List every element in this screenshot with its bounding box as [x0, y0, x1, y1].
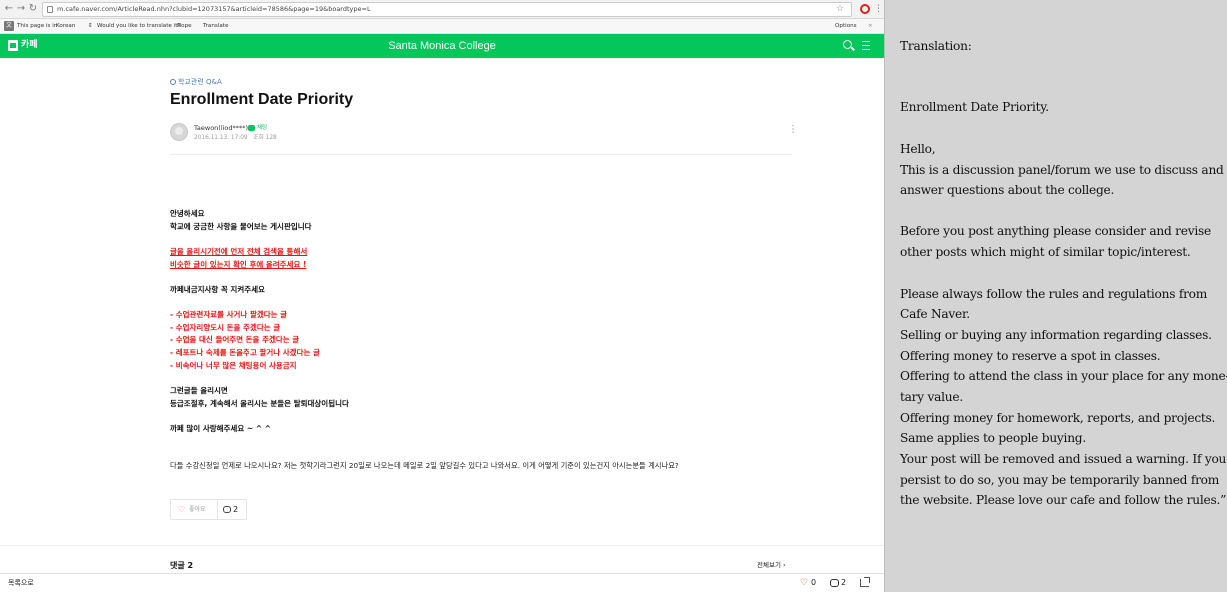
- chat-badge[interactable]: 채팅: [257, 124, 267, 133]
- body-question: 다들 수강신청일 언제로 나오시나요? 저는 첫학기라그런지 20일로 나오는데…: [170, 461, 679, 470]
- like-label: 좋아요: [189, 506, 206, 513]
- divider: [170, 154, 792, 155]
- comment-count[interactable]: 2: [841, 578, 846, 588]
- comments-heading: 댓글 2: [170, 561, 194, 570]
- comment-icon: [223, 506, 231, 513]
- comment-button[interactable]: 2: [218, 500, 247, 519]
- heart-icon[interactable]: ♡: [800, 578, 808, 588]
- cafe-title[interactable]: Santa Monica College: [0, 39, 884, 53]
- search-icon[interactable]: [843, 40, 852, 49]
- language-stepper-icon[interactable]: ⇕: [88, 19, 93, 33]
- opera-icon[interactable]: [860, 4, 870, 14]
- body-rule-5: - 비속어나 너무 많은 채팅용어 사용금지: [170, 361, 297, 370]
- body-greeting: 안녕하세요: [170, 209, 205, 218]
- translation-panel: Translation: Enrollment Date Priority. H…: [884, 0, 1227, 592]
- body-search-notice-2: 비슷한 글이 있는지 확인 후에 올려주세요 !: [170, 260, 307, 269]
- body-penalty-2: 등급조절후, 계속해서 올리시는 분들은 탈퇴대상이됩니다: [170, 399, 349, 408]
- body-search-notice-1: 글을 올리시기전에 먼저 전체 검색을 통해서: [170, 247, 308, 256]
- forward-arrow-icon[interactable]: →: [15, 3, 27, 15]
- chat-icon[interactable]: [248, 125, 255, 131]
- body-rule-3: - 수업을 대신 들어주면 돈을 주겠다는 글: [170, 335, 300, 344]
- translate-button[interactable]: Translate: [203, 19, 228, 33]
- address-bar[interactable]: m.cafe.naver.com/ArticleRead.nhn?clubid=…: [42, 2, 852, 17]
- board-link[interactable]: 학교관련 Q&A: [170, 77, 222, 87]
- view-all-comments-link[interactable]: 전체보기 ›: [757, 560, 786, 570]
- board-name: 학교관련 Q&A: [178, 78, 222, 86]
- translation-line: Your post will be removed and issued a w…: [900, 452, 1227, 466]
- translation-line: Offering money to reserve a spot in clas…: [900, 349, 1161, 363]
- translation-line: answer questions about the college.: [900, 183, 1115, 197]
- browser-menu-icon[interactable]: ⋮: [874, 3, 883, 15]
- body-intro: 학교에 궁금한 사항을 물어보는 게시판입니다: [170, 222, 312, 231]
- translation-line: the website. Please love our cafe and fo…: [900, 493, 1227, 507]
- url-text: m.cafe.naver.com/ArticleRead.nhn?clubid=…: [57, 5, 371, 13]
- comment-icon[interactable]: [830, 579, 839, 587]
- translate-language-select[interactable]: Korean: [56, 19, 75, 33]
- view-count: 조회 128: [253, 135, 277, 141]
- translation-line: Offering to attend the class in your pla…: [900, 369, 1227, 383]
- translation-line: persist to do so, you may be temporarily…: [900, 473, 1220, 487]
- more-options-icon[interactable]: ⋮: [788, 125, 798, 135]
- like-button[interactable]: ♡ 좋아요: [171, 500, 218, 519]
- divider: [0, 545, 884, 546]
- translation-title: Enrollment Date Priority.: [900, 100, 1049, 114]
- translate-options-button[interactable]: Options: [835, 19, 857, 33]
- translation-line: Before you post anything please consider…: [900, 224, 1211, 238]
- bottom-bar: 목록으로 ♡ 0 2: [0, 573, 884, 592]
- author-name[interactable]: Taewon(liod****): [194, 124, 248, 133]
- comment-count: 2: [233, 505, 239, 514]
- translation-line: Offering money for homework, reports, an…: [900, 411, 1216, 425]
- body-rule-1: - 수업관련자료를 사거나 팔겠다는 글: [170, 310, 288, 319]
- post-meta: 2016.11.13. 17:09 조회 128: [194, 134, 277, 142]
- translation-line: Please always follow the rules and regul…: [900, 287, 1208, 301]
- back-arrow-icon[interactable]: ←: [3, 3, 15, 15]
- body-rule-4: - 레포트나 숙제를 돈을주고 팔거나 사겠다는 글: [170, 348, 320, 357]
- avatar[interactable]: [170, 123, 188, 141]
- translation-line: other posts which might of similar topic…: [900, 245, 1191, 259]
- translate-nope-button[interactable]: Nope: [177, 19, 192, 33]
- translation-line: Selling or buying any information regard…: [900, 328, 1212, 342]
- article-title: Enrollment Date Priority: [170, 91, 354, 108]
- close-icon[interactable]: ×: [868, 19, 873, 33]
- reaction-box: ♡ 좋아요 2: [170, 499, 247, 520]
- body-rules-heading: 까페내금지사항 꼭 지켜주세요: [170, 285, 265, 294]
- cafe-header: 카페 Santa Monica College: [0, 34, 884, 58]
- translation-line: tary value.: [900, 390, 963, 404]
- hamburger-menu-icon[interactable]: [862, 41, 870, 50]
- reload-icon[interactable]: ↻: [27, 3, 39, 15]
- post-date: 2016.11.13. 17:09: [194, 135, 248, 141]
- bookmark-star-icon[interactable]: ☆: [836, 3, 844, 15]
- translate-bar: 文 This page is in Korean ⇕ Would you lik…: [0, 19, 884, 34]
- browser-window: ← → ↻ m.cafe.naver.com/ArticleRead.nhn?c…: [0, 0, 884, 592]
- translation-line: Cafe Naver.: [900, 307, 970, 321]
- share-icon[interactable]: [860, 577, 870, 587]
- translate-page-is-in: This page is in: [17, 23, 58, 29]
- translation-line: Hello,: [900, 142, 936, 156]
- translation-heading: Translation:: [900, 39, 972, 53]
- like-count[interactable]: 0: [811, 578, 816, 588]
- heart-icon: ♡: [178, 505, 186, 514]
- page-info-icon[interactable]: [47, 6, 53, 13]
- translation-line: This is a discussion panel/forum we use …: [900, 163, 1224, 177]
- body-closing: 까페 많이 사랑해주세요 ~ ^ ^: [170, 424, 271, 433]
- back-to-list-button[interactable]: 목록으로: [8, 578, 34, 588]
- translate-icon: 文: [4, 21, 14, 31]
- body-rule-2: - 수업자리양도시 돈을 주겠다는 글: [170, 323, 281, 332]
- board-icon: [170, 79, 176, 85]
- translate-question: Would you like to translate it?: [97, 23, 181, 29]
- body-penalty-1: 그런글들 올리시면: [170, 386, 228, 395]
- browser-toolbar: ← → ↻ m.cafe.naver.com/ArticleRead.nhn?c…: [0, 0, 884, 19]
- translation-line: Same applies to people buying.: [900, 431, 1086, 445]
